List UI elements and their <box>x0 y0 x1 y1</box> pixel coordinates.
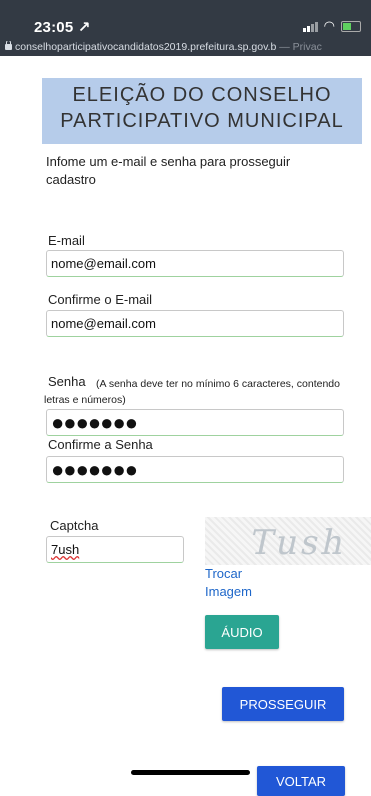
captcha-image-text: Tush <box>246 523 352 563</box>
status-icons: ◠ <box>302 18 361 34</box>
confirm-email-label: Confirme o E-mail <box>48 292 153 307</box>
swap-image-link-line2[interactable]: Imagem <box>205 584 252 599</box>
captcha-image: Tush <box>205 517 371 565</box>
captcha-field[interactable]: 7ush <box>46 536 184 563</box>
intro-text: Infome um e-mail e senha para prosseguir… <box>46 154 291 187</box>
captcha-label: Captcha <box>50 518 99 533</box>
battery-icon <box>341 20 361 32</box>
signal-icon <box>302 21 318 32</box>
address-bar[interactable]: conselhoparticipativocandidatos2019.pref… <box>0 41 371 57</box>
password-field[interactable]: ●●●●●●● <box>46 409 344 436</box>
proceed-button[interactable]: PROSSEGUIR <box>222 687 344 721</box>
password-hint: (A senha deve ter no mínimo 6 caracteres… <box>44 378 340 406</box>
private-label: — Privac <box>276 41 322 53</box>
page-header: ELEIÇÃO DO CONSELHO PARTICIPATIVO MUNICI… <box>42 78 362 144</box>
back-button[interactable]: VOLTAR <box>257 766 345 796</box>
swap-image-link-line1[interactable]: Trocar <box>205 566 242 581</box>
url-host: conselhoparticipativocandidatos2019.pref… <box>15 41 277 53</box>
home-indicator[interactable] <box>131 770 250 775</box>
confirm-password-field[interactable]: ●●●●●●● <box>46 456 344 483</box>
lock-icon <box>5 41 12 50</box>
location-arrow-icon: ↗ <box>77 19 91 36</box>
audio-button[interactable]: ÁUDIO <box>205 615 279 649</box>
header-title-line2: PARTICIPATIVO MUNICIPAL <box>60 110 344 132</box>
captcha-value: 7ush <box>51 542 80 557</box>
status-bar: 23:05 ↗ ◠ conselhoparticipativocandidato… <box>0 0 371 56</box>
confirm-password-label: Confirme a Senha <box>48 437 153 452</box>
confirm-email-field[interactable]: nome@email.com <box>46 310 344 337</box>
wifi-icon: ◠ <box>323 18 335 33</box>
header-title-line1: ELEIÇÃO DO CONSELHO <box>72 84 332 106</box>
email-label: E-mail <box>48 233 85 248</box>
email-field[interactable]: nome@email.com <box>46 250 344 277</box>
status-time: 23:05 ↗ <box>34 19 91 36</box>
